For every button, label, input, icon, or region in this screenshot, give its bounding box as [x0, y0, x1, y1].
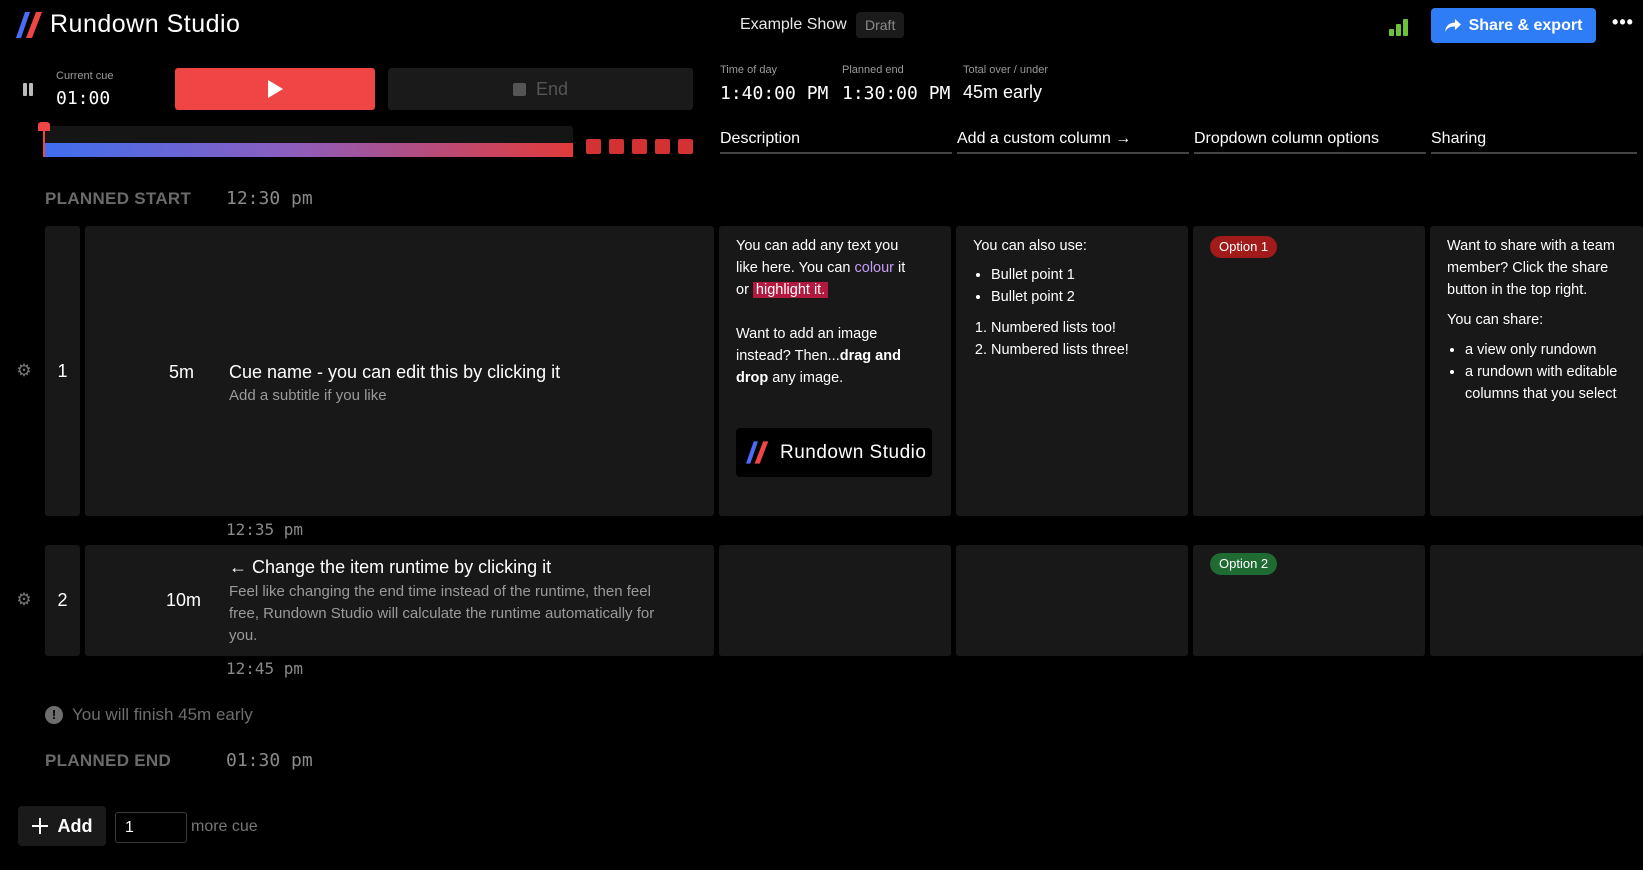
logo-icon: [16, 12, 42, 38]
embedded-image[interactable]: Rundown Studio: [736, 428, 932, 477]
app-title: Rundown Studio: [50, 10, 241, 38]
segment-marker: [655, 139, 670, 154]
bullet-item: Bullet point 2: [991, 286, 1178, 308]
gear-icon[interactable]: ⚙: [16, 362, 32, 379]
stop-icon: [512, 82, 526, 96]
custom-column-cell[interactable]: [956, 545, 1188, 656]
desc-line: or highlight it.: [736, 279, 941, 301]
dropdown-option-badge[interactable]: Option 1: [1210, 236, 1278, 258]
dropdown-cell[interactable]: Option 1: [1193, 226, 1425, 516]
time-of-day-value: 1:40:00 PM: [720, 83, 829, 104]
planned-end-label: PLANNED END: [45, 751, 172, 770]
cue-subtitle[interactable]: Add a subtitle if you like: [229, 385, 387, 407]
play-button[interactable]: [175, 68, 375, 110]
desc-line: drop any image.: [736, 370, 844, 386]
cue-title[interactable]: Cue name - you can edit this by clicking…: [229, 362, 560, 383]
more-cue-label: more cue: [191, 818, 258, 835]
finish-note: ! You will finish 45m early: [45, 705, 253, 725]
description-cell[interactable]: You can add any text you like here. You …: [719, 226, 951, 516]
planned-end-label: Planned end: [842, 64, 904, 76]
cue-subtitle[interactable]: Feel like changing the end time instead …: [229, 581, 704, 647]
play-icon: [268, 80, 283, 98]
show-name[interactable]: Example Show: [740, 16, 847, 34]
segment-marker: [586, 139, 601, 154]
logo-icon: [746, 441, 769, 464]
share-export-label: Share & export: [1468, 16, 1583, 34]
desc-line: Want to add an image: [736, 326, 878, 342]
share-export-button[interactable]: Share & export: [1431, 8, 1596, 43]
cue-number-cell: 2: [45, 545, 80, 656]
column-header-dropdown[interactable]: Dropdown column options: [1194, 130, 1426, 154]
segment-marker: [632, 139, 647, 154]
bullet-item: Bullet point 1: [991, 264, 1178, 286]
add-label: Add: [57, 815, 93, 836]
cue-progress-bar[interactable]: [38, 122, 573, 157]
sharing-cell[interactable]: [1430, 545, 1643, 656]
desc-line: instead? Then...drag and: [736, 348, 901, 364]
bullet-item: a view only rundown: [1465, 339, 1643, 361]
current-cue-time: 01:00: [56, 88, 111, 109]
current-cue-label: Current cue: [56, 70, 114, 82]
desc-line: like here. You can colour it: [736, 260, 906, 276]
gear-icon[interactable]: ⚙: [16, 591, 32, 608]
cue-main-cell[interactable]: 5m Cue name - you can edit this by click…: [85, 226, 714, 516]
custom-intro: You can also use:: [973, 238, 1087, 254]
column-header-custom[interactable]: Add a custom column →: [957, 130, 1189, 154]
finish-note-text: You will finish 45m early: [72, 705, 253, 724]
more-icon[interactable]: •••: [1610, 12, 1636, 38]
pause-icon[interactable]: [20, 82, 36, 98]
info-icon: !: [45, 706, 63, 724]
planned-end-value: 1:30:00 PM: [842, 83, 951, 104]
highlighted-text: highlight it.: [752, 282, 829, 298]
bullet-item: a rundown with editablecolumns that you …: [1465, 361, 1643, 405]
sharing-line: You can share:: [1447, 312, 1544, 328]
cue-number-cell: 1: [45, 226, 80, 516]
cue-end-time: 12:35 pm: [226, 520, 304, 539]
sharing-line: button in the top right.: [1447, 282, 1588, 298]
sharing-cell[interactable]: Want to share with a team member? Click …: [1430, 226, 1643, 516]
over-under-value: 45m early: [963, 82, 1043, 102]
planned-end-time[interactable]: 01:30 pm: [226, 750, 313, 771]
progress-marker[interactable]: [38, 122, 50, 157]
dropdown-option-badge[interactable]: Option 2: [1210, 553, 1278, 575]
numbered-item: Numbered lists three!: [991, 339, 1178, 361]
end-button[interactable]: End: [388, 68, 693, 110]
cue-main-cell[interactable]: 10m ← Change the item runtime by clickin…: [85, 545, 714, 656]
cue-end-time: 12:45 pm: [226, 659, 304, 678]
description-cell[interactable]: [719, 545, 951, 656]
over-under-label: Total over / under: [963, 64, 1048, 76]
cue-count-input[interactable]: [115, 812, 187, 843]
time-of-day-label: Time of day: [720, 64, 778, 76]
cue-runtime[interactable]: 10m: [166, 590, 201, 611]
custom-column-cell[interactable]: You can also use: Bullet point 1 Bullet …: [956, 226, 1188, 516]
add-cue-button[interactable]: Add: [18, 806, 106, 846]
cue-title[interactable]: ← Change the item runtime by clicking it: [229, 557, 551, 578]
share-icon: [1444, 18, 1461, 32]
column-header-description[interactable]: Description: [720, 130, 952, 154]
end-label: End: [535, 78, 569, 99]
sharing-line: member? Click the share: [1447, 260, 1609, 276]
status-badge: Draft: [856, 12, 905, 38]
numbered-item: Numbered lists too!: [991, 317, 1178, 339]
coloured-text: colour: [854, 260, 895, 276]
column-header-sharing[interactable]: Sharing: [1431, 130, 1637, 154]
segment-marker: [609, 139, 624, 154]
segment-marker: [678, 139, 693, 154]
sharing-line: Want to share with a team: [1447, 238, 1615, 254]
cue-runtime[interactable]: 5m: [169, 362, 194, 383]
progress-fill: [45, 143, 573, 157]
embedded-image-text: Rundown Studio: [780, 441, 927, 463]
planned-start-time[interactable]: 12:30 pm: [226, 188, 313, 209]
planned-start-label: PLANNED START: [45, 189, 192, 208]
desc-line: You can add any text you: [736, 238, 899, 254]
cue-segments: [586, 139, 693, 154]
plus-icon: [31, 818, 48, 834]
signal-icon: [1389, 18, 1415, 36]
dropdown-cell[interactable]: Option 2: [1193, 545, 1425, 656]
